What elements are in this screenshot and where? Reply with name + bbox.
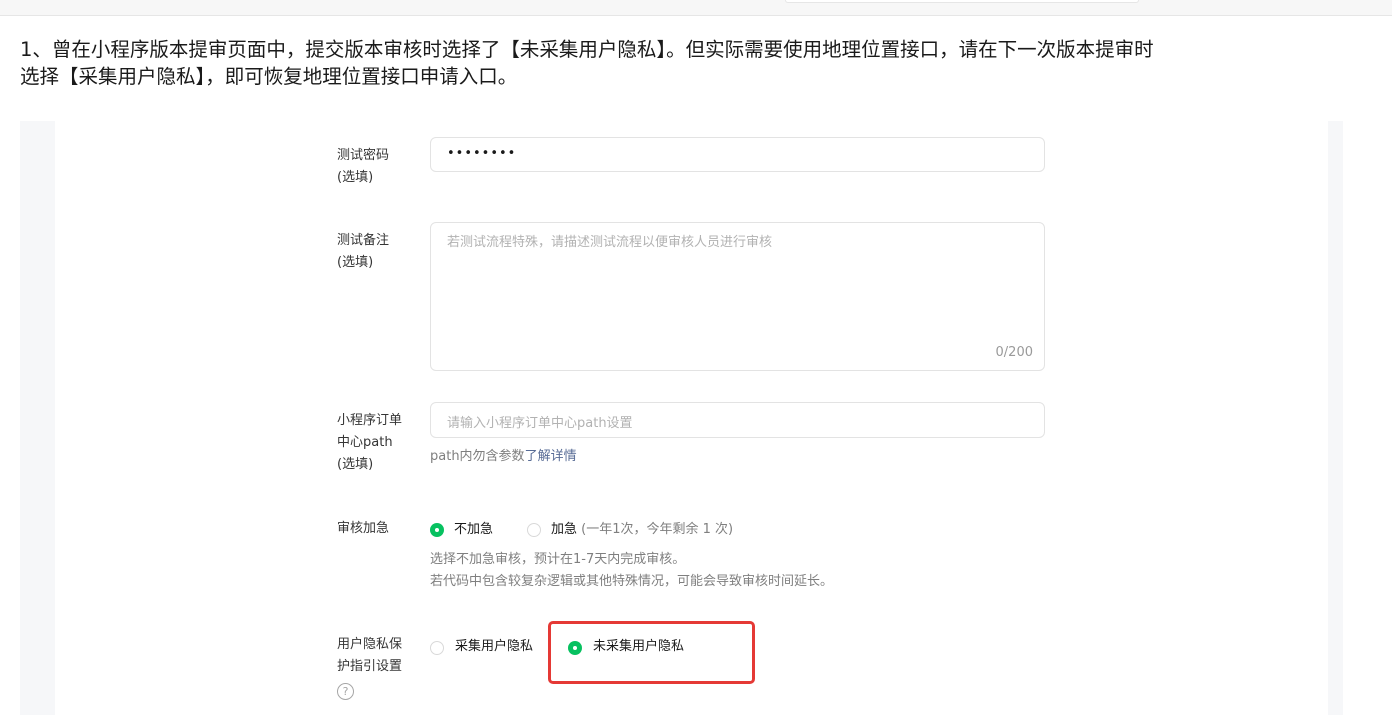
order-path-hint: path内勿含参数了解详情 (430, 446, 577, 468)
test-notes-char-counter: 0/200 (995, 345, 1033, 360)
test-notes-placeholder: 若测试流程特殊，请描述测试流程以便审核人员进行审核 (447, 235, 773, 250)
top-search-field[interactable] (785, 0, 1139, 3)
radio-urgent-label[interactable]: 加急 (一年1次，今年剩余 1 次) (551, 520, 733, 540)
urgent-review-hint-line-1: 选择不加急审核，预计在1-7天内完成审核。 (430, 552, 686, 567)
urgent-review-hint: 选择不加急审核，预计在1-7天内完成审核。 若代码中包含较复杂逻辑或其他特殊情况… (430, 549, 833, 593)
test-password-input[interactable]: •••••••• (430, 137, 1045, 172)
notice-text: 1、曾在小程序版本提审页面中，提交版本审核时选择了【未采集用户隐私】。但实际需要… (20, 36, 1365, 90)
order-path-hint-text: path内勿含参数 (430, 449, 525, 464)
order-path-placeholder: 请输入小程序订单中心path设置 (447, 416, 633, 431)
privacy-setting-label-line-2: 护指引设置 (337, 659, 403, 674)
test-password-value: •••••••• (447, 146, 517, 161)
top-bar (0, 0, 1392, 16)
notice-line-2: 选择【采集用户隐私】，即可恢复地理位置接口申请入口。 (20, 65, 518, 88)
test-password-label-text: 测试密码 (337, 148, 390, 163)
urgent-review-hint-line-2: 若代码中包含较复杂逻辑或其他特殊情况，可能会导致审核时间延长。 (430, 574, 834, 589)
order-path-label: 小程序订单 中心path (选填) (337, 410, 402, 476)
red-highlight-annotation (548, 621, 755, 684)
urgent-quota-note: (一年1次，今年剩余 1 次) (581, 522, 734, 537)
radio-not-urgent-label[interactable]: 不加急 (454, 520, 493, 540)
privacy-setting-label-line-1: 用户隐私保 (337, 637, 403, 652)
test-notes-label: 测试备注 (选填) (337, 230, 389, 274)
order-path-optional: (选填) (337, 457, 374, 472)
test-notes-textarea[interactable]: 若测试流程特殊，请描述测试流程以便审核人员进行审核 0/200 (430, 222, 1045, 371)
order-path-label-line-1: 小程序订单 (337, 413, 403, 428)
notice-line-1: 1、曾在小程序版本提审页面中，提交版本审核时选择了【未采集用户隐私】。但实际需要… (20, 38, 1154, 61)
question-circle-icon[interactable]: ? (337, 683, 354, 700)
test-password-label: 测试密码 (选填) (337, 145, 389, 189)
test-notes-optional: (选填) (337, 255, 374, 270)
radio-not-urgent[interactable] (430, 523, 444, 537)
learn-more-link[interactable]: 了解详情 (525, 449, 577, 464)
radio-urgent[interactable] (527, 523, 541, 537)
radio-collect-privacy[interactable] (430, 641, 444, 655)
order-path-label-line-2: 中心path (337, 435, 393, 450)
radio-collect-privacy-label[interactable]: 采集用户隐私 (455, 637, 533, 657)
test-password-optional: (选填) (337, 170, 374, 185)
order-path-input[interactable]: 请输入小程序订单中心path设置 (430, 402, 1045, 438)
radio-urgent-text: 加急 (551, 522, 578, 537)
test-notes-label-text: 测试备注 (337, 233, 390, 248)
privacy-setting-label: 用户隐私保 护指引设置 (337, 634, 402, 678)
urgent-review-label: 审核加急 (337, 521, 390, 536)
